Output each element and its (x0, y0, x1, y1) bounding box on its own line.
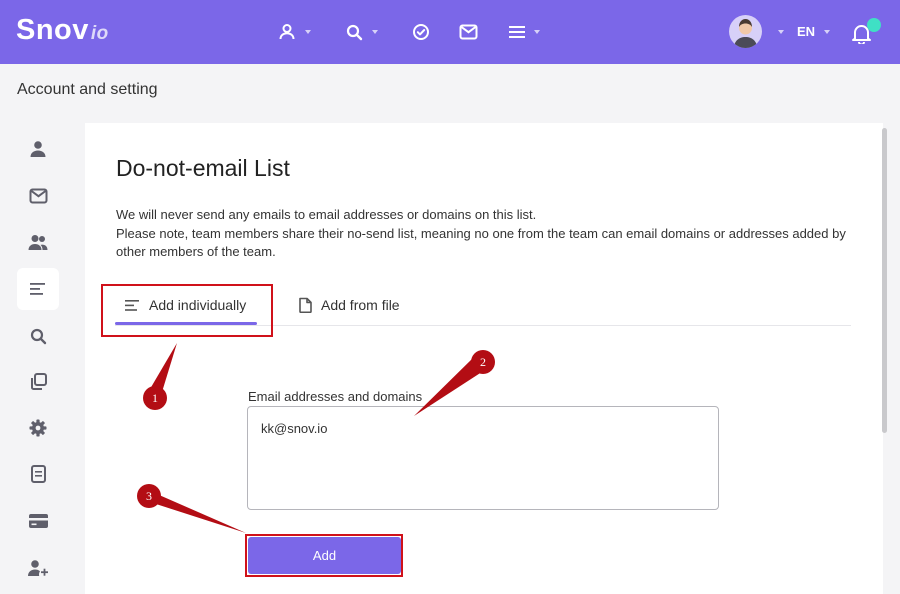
snov-logo[interactable]: Snov io (16, 14, 109, 47)
mail-icon (459, 24, 478, 40)
chevron-down-icon (305, 30, 311, 34)
description-line-2: Please note, team members share their no… (116, 225, 846, 260)
avatar-image (734, 19, 757, 48)
language-selector[interactable]: EN (797, 24, 831, 39)
page-title: Do-not-email List (116, 155, 290, 181)
annotation-badge-2: 2 (471, 350, 495, 374)
sidebar-item-team[interactable] (17, 221, 59, 263)
logo-main-text: Snov (16, 14, 89, 46)
add-user-icon (28, 560, 48, 576)
credit-card-icon (28, 514, 48, 528)
chevron-down-icon (824, 29, 831, 34)
chevron-down-icon (372, 30, 378, 34)
nav-prospects-menu[interactable] (278, 20, 311, 44)
description: We will never send any emails to email a… (116, 206, 861, 262)
gear-icon (29, 419, 47, 437)
page-header: Account and setting (17, 81, 158, 98)
mail-icon (29, 188, 47, 204)
sidebar-item-copy[interactable] (17, 360, 59, 402)
nav-more-menu[interactable] (509, 20, 540, 44)
chevron-down-icon[interactable] (778, 30, 784, 34)
user-icon (30, 141, 46, 157)
tab-add-from-file[interactable]: Add from file (299, 295, 400, 315)
annotation-badge-1: 1 (143, 386, 167, 410)
file-icon (299, 297, 312, 313)
chevron-down-icon (534, 30, 540, 34)
email-domains-label: Email addresses and domains (248, 389, 423, 404)
sidebar-item-email-accounts[interactable] (17, 175, 59, 217)
list-icon (30, 283, 45, 295)
nav-mail-button[interactable] (459, 20, 478, 44)
nav-search-menu[interactable] (346, 20, 378, 44)
sidebar-item-do-not-email[interactable] (17, 268, 59, 310)
sidebar-item-settings[interactable] (17, 407, 59, 449)
sidebar-item-invite[interactable] (17, 547, 59, 589)
user-icon (279, 24, 295, 40)
copy-icon (30, 372, 47, 390)
language-label: EN (797, 24, 816, 39)
document-icon (30, 465, 46, 483)
menu-icon (509, 26, 525, 38)
search-icon (30, 328, 46, 344)
notification-dot (867, 18, 881, 32)
avatar[interactable] (729, 15, 762, 48)
scrollbar[interactable] (882, 128, 887, 433)
sidebar-item-search[interactable] (17, 315, 59, 357)
email-domains-input[interactable]: kk@snov.io (247, 406, 719, 510)
logo-suffix-text: io (90, 23, 109, 44)
top-bar: Snov io EN (0, 0, 900, 64)
sidebar-item-profile[interactable] (17, 128, 59, 170)
nav-tasks-button[interactable] (412, 20, 430, 44)
tab-label: Add from file (321, 297, 400, 313)
check-circle-icon (413, 24, 429, 40)
highlight-box-add-button (245, 534, 403, 577)
team-icon (28, 235, 48, 250)
annotation-badge-3: 3 (137, 484, 161, 508)
sidebar-item-documents[interactable] (17, 453, 59, 495)
search-icon (346, 24, 363, 40)
description-line-1: We will never send any emails to email a… (116, 207, 537, 222)
sidebar-item-billing[interactable] (17, 500, 59, 542)
highlight-box-tab (101, 284, 273, 337)
